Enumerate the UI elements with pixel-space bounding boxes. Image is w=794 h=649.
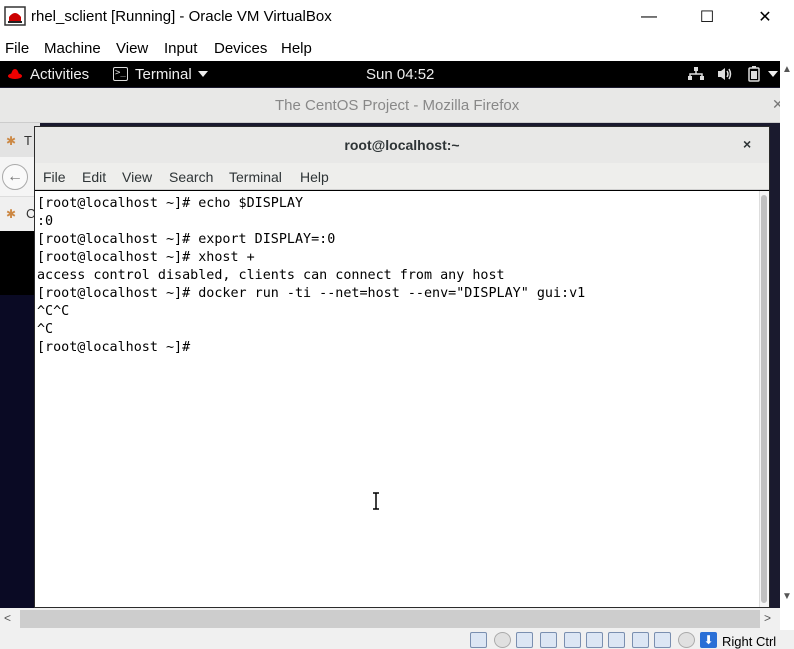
terminal-titlebar[interactable]: root@localhost:~ × (35, 127, 769, 163)
terminal-line: [root@localhost ~]# export DISPLAY=:0 (37, 232, 336, 247)
hard-disk-icon[interactable] (470, 632, 487, 648)
terminal-menu-terminal[interactable]: Terminal (229, 169, 282, 185)
bookmark-favicon-icon: ✱ (6, 207, 17, 221)
terminal-line: ^C^C (37, 304, 70, 319)
vbox-menu-input[interactable]: Input (164, 40, 197, 57)
activities-button[interactable]: Activities (30, 66, 89, 83)
display-icon[interactable] (608, 632, 625, 648)
terminal-prompt: [root@localhost ~]# (37, 340, 191, 355)
host-horizontal-scroll-thumb[interactable] (20, 610, 760, 628)
shared-folders-icon[interactable] (586, 632, 603, 648)
vbox-menu-file[interactable]: File (5, 40, 29, 57)
terminal-app-icon: >_ (113, 67, 128, 81)
optical-drive-icon[interactable] (494, 632, 511, 648)
clock[interactable]: Sun 04:52 (366, 66, 434, 83)
gnome-top-bar: Activities >_ Terminal Sun 04:52 (0, 61, 780, 87)
battery-icon[interactable] (748, 66, 760, 82)
terminal-output[interactable]: [root@localhost ~]# echo $DISPLAY :0 [ro… (35, 191, 759, 607)
vbox-menu-view[interactable]: View (116, 40, 148, 57)
back-arrow-icon[interactable]: ← (2, 164, 28, 190)
scroll-right-icon[interactable]: > (764, 611, 771, 625)
mouse-integration-icon[interactable] (678, 632, 695, 648)
terminal-line: [root@localhost ~]# xhost + (37, 250, 255, 265)
terminal-line: access control disabled, clients can con… (37, 268, 505, 283)
chevron-down-icon (198, 71, 208, 77)
terminal-menu-file[interactable]: File (43, 169, 66, 185)
vbox-menu-machine[interactable]: Machine (44, 40, 101, 57)
terminal-menu-search[interactable]: Search (169, 169, 213, 185)
terminal-menubar: File Edit View Search Terminal Help (35, 163, 769, 190)
scroll-down-icon[interactable]: ▼ (782, 591, 792, 602)
firefox-tab-label[interactable]: T (24, 133, 32, 148)
terminal-close-icon[interactable]: × (743, 136, 751, 152)
network-icon[interactable] (688, 67, 704, 81)
terminal-title: root@localhost:~ (344, 137, 460, 153)
virtualization-icon[interactable] (654, 632, 671, 648)
firefox-window-title: The CentOS Project - Mozilla Firefox (275, 97, 520, 114)
firefox-close-icon[interactable]: ✕ (772, 96, 780, 113)
volume-icon[interactable] (718, 67, 734, 81)
terminal-line: [root@localhost ~]# echo $DISPLAY (37, 196, 304, 211)
firefox-tab-favicon-icon: ✱ (6, 134, 17, 148)
vbox-menubar: File Machine View Input Devices Help (0, 36, 794, 60)
firefox-titlebar[interactable]: The CentOS Project - Mozilla Firefox ✕ (0, 88, 780, 123)
network-adapter-icon[interactable] (540, 632, 557, 648)
text-cursor-icon (373, 492, 379, 510)
vbox-menu-devices[interactable]: Devices (214, 40, 267, 57)
video-capture-icon[interactable] (632, 632, 649, 648)
window-titlebar[interactable]: rhel_sclient [Running] - Oracle VM Virtu… (0, 0, 794, 33)
redhat-logo-icon (8, 69, 22, 79)
app-menu-terminal[interactable]: Terminal (135, 66, 192, 83)
close-button[interactable]: ✕ (742, 0, 788, 33)
scroll-left-icon[interactable]: < (4, 611, 11, 625)
terminal-menu-view[interactable]: View (122, 169, 152, 185)
usb-icon[interactable] (564, 632, 581, 648)
maximize-button[interactable]: ☐ (684, 0, 730, 33)
terminal-line: [root@localhost ~]# docker run -ti --net… (37, 286, 586, 301)
virtualbox-app-icon (4, 6, 26, 26)
terminal-menu-edit[interactable]: Edit (82, 169, 106, 185)
vbox-statusbar (0, 630, 794, 649)
terminal-window[interactable]: root@localhost:~ × File Edit View Search… (34, 126, 770, 608)
window-title: rhel_sclient [Running] - Oracle VM Virtu… (31, 8, 332, 25)
keyboard-capture-icon[interactable]: ⬇ (700, 632, 717, 648)
host-key-label: Right Ctrl (722, 634, 777, 649)
scroll-up-icon[interactable]: ▲ (782, 64, 792, 75)
terminal-menu-help[interactable]: Help (300, 169, 329, 185)
terminal-line: ^C (37, 322, 54, 337)
host-vertical-scrollbar[interactable] (780, 61, 794, 608)
minimize-button[interactable]: — (626, 0, 672, 33)
system-menu-chevron-icon[interactable] (768, 71, 778, 77)
terminal-scrollbar-thumb[interactable] (761, 195, 767, 603)
audio-icon[interactable] (516, 632, 533, 648)
vbox-menu-help[interactable]: Help (281, 40, 312, 57)
guest-display[interactable]: Activities >_ Terminal Sun 04:52 The Cen… (0, 61, 780, 608)
terminal-line: :0 (37, 214, 54, 229)
